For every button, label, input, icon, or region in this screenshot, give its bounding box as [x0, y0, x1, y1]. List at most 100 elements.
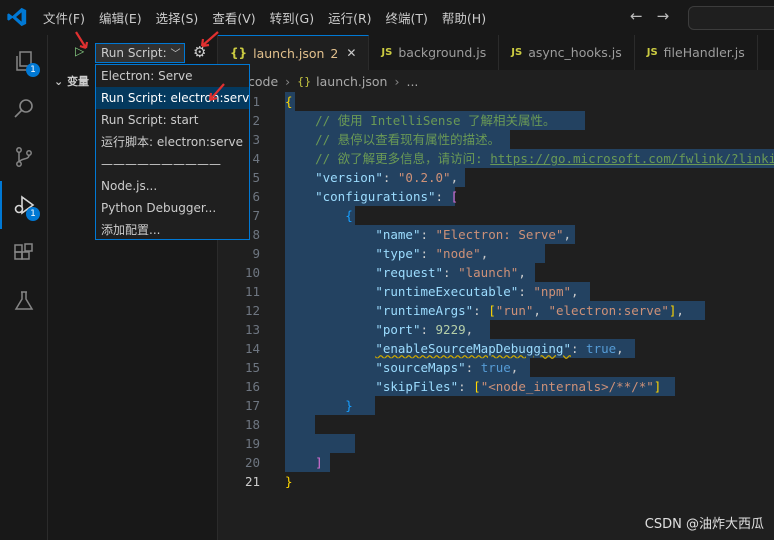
tab-label: fileHandler.js [663, 45, 745, 60]
menu-bar: 文件(F) 编辑(E) 选择(S) 查看(V) 转到(G) 运行(R) 终端(T) 帮助(H) [36, 0, 493, 35]
code-line: 12 "runtimeArgs": ["run", "electron:serv… [218, 301, 774, 320]
code-token: : [420, 322, 436, 337]
code-editor[interactable]: 1{2 // 使用 IntelliSense 了解相关属性。 3 // 悬停以查看… [218, 92, 774, 540]
code-token: : [420, 246, 436, 261]
code-token: : [473, 303, 489, 318]
dropdown-option[interactable]: Node.js... [96, 175, 249, 197]
debug-config-select[interactable]: Run Script: ﹀ [95, 43, 185, 63]
selection-highlight [285, 434, 355, 453]
line-number: 9 [252, 246, 260, 261]
code-text: "request": "launch", [285, 263, 526, 282]
tab-label: async_hooks.js [528, 45, 622, 60]
code-token: // 欲了解更多信息，请访问: [285, 151, 491, 166]
dropdown-option[interactable]: —————————— [96, 153, 249, 175]
tab-filehandler-js[interactable]: JS fileHandler.js [635, 35, 758, 70]
code-line: 15 "sourceMaps": true, [218, 358, 774, 377]
dropdown-option[interactable]: 运行脚本: electron:serve [96, 131, 249, 153]
breadcrumb-file[interactable]: launch.json [316, 74, 387, 89]
code-line: 14 "enableSourceMapDebugging": true, [218, 339, 774, 358]
code-token: , [676, 303, 684, 318]
annotation-arrow-icon [75, 31, 89, 50]
code-token: https://go.microsoft.com/fwlink/?linkid=… [490, 151, 774, 166]
close-icon[interactable]: ✕ [346, 46, 356, 60]
json-file-icon: {} [230, 46, 248, 60]
variables-section-label: 变量 [67, 75, 90, 88]
code-token: "runtimeArgs" [375, 303, 474, 318]
code-token: "runtimeExecutable" [375, 284, 519, 299]
tab-background-js[interactable]: JS background.js [369, 35, 500, 70]
code-token: "<node_internals>/**/*" [480, 379, 654, 394]
extensions-button[interactable] [0, 229, 48, 277]
testing-button[interactable] [0, 277, 48, 325]
code-line: 9 "type": "node", [218, 244, 774, 263]
menu-item[interactable]: 帮助(H) [435, 8, 493, 27]
menu-item[interactable]: 转到(G) [263, 8, 321, 27]
back-arrow-icon[interactable]: ← [630, 7, 643, 25]
code-token: } [345, 398, 353, 413]
variables-section-header[interactable]: ⌄ 变量 [54, 73, 89, 89]
source-control-button[interactable] [0, 133, 48, 181]
forward-arrow-icon[interactable]: → [657, 7, 670, 25]
menu-item[interactable]: 编辑(E) [92, 8, 149, 27]
problem-count-badge: 2 [330, 45, 339, 61]
code-token: "run" [495, 303, 534, 318]
menu-item[interactable]: 选择(S) [149, 8, 206, 27]
line-number: 16 [244, 379, 260, 394]
code-token: [ [473, 379, 481, 394]
run-debug-button[interactable]: 1 [0, 181, 48, 229]
code-token: "sourceMaps" [375, 360, 466, 375]
code-text: "type": "node", [285, 244, 488, 263]
breadcrumb-more[interactable]: ... [406, 74, 418, 89]
code-text: } [285, 396, 353, 415]
code-token: : [435, 189, 451, 204]
code-token: "0.2.0" [397, 170, 451, 185]
line-number: 18 [244, 417, 260, 432]
code-line: 6 "configurations": [ [218, 187, 774, 206]
code-text: "runtimeExecutable": "npm", [285, 282, 578, 301]
menu-item[interactable]: 运行(R) [321, 8, 378, 27]
search-button[interactable] [0, 85, 48, 133]
code-line: 21} [218, 472, 774, 491]
code-token: // 使用 IntelliSense 了解相关属性。 [285, 113, 556, 128]
code-token: , [563, 227, 571, 242]
menu-item[interactable]: 文件(F) [36, 8, 92, 27]
code-text: "skipFiles": ["<node_internals>/**/*"] [285, 377, 661, 396]
code-token: true [480, 360, 511, 375]
code-token: ] [315, 455, 323, 470]
code-text: "name": "Electron: Serve", [285, 225, 571, 244]
tab-async-hooks-js[interactable]: JS async_hooks.js [499, 35, 635, 70]
code-line: 16 "skipFiles": ["<node_internals>/**/*"… [218, 377, 774, 396]
explorer-button[interactable]: 1 [0, 37, 48, 85]
code-line: 10 "request": "launch", [218, 263, 774, 282]
breadcrumb-folder[interactable]: code [248, 74, 278, 89]
command-center-search[interactable] [688, 6, 774, 30]
menu-item[interactable]: 终端(T) [379, 8, 435, 27]
code-line: 1{ [218, 92, 774, 111]
tab-label: launch.json [253, 45, 325, 61]
code-token: "type" [375, 246, 421, 261]
code-token: [ [488, 303, 496, 318]
code-token: , [510, 360, 519, 375]
dropdown-option[interactable]: 添加配置... [96, 219, 249, 241]
code-line: 7 { [218, 206, 774, 225]
menu-item[interactable]: 查看(V) [205, 8, 262, 27]
line-number: 10 [244, 265, 260, 280]
source-control-icon [16, 147, 32, 167]
line-number: 19 [244, 436, 260, 451]
dropdown-option[interactable]: Run Script: start [96, 109, 249, 131]
chevron-right-icon: › [285, 73, 291, 89]
dropdown-option[interactable]: Python Debugger... [96, 197, 249, 219]
code-token: "npm" [533, 284, 572, 299]
flask-icon [14, 291, 34, 310]
line-number: 21 [244, 474, 260, 489]
